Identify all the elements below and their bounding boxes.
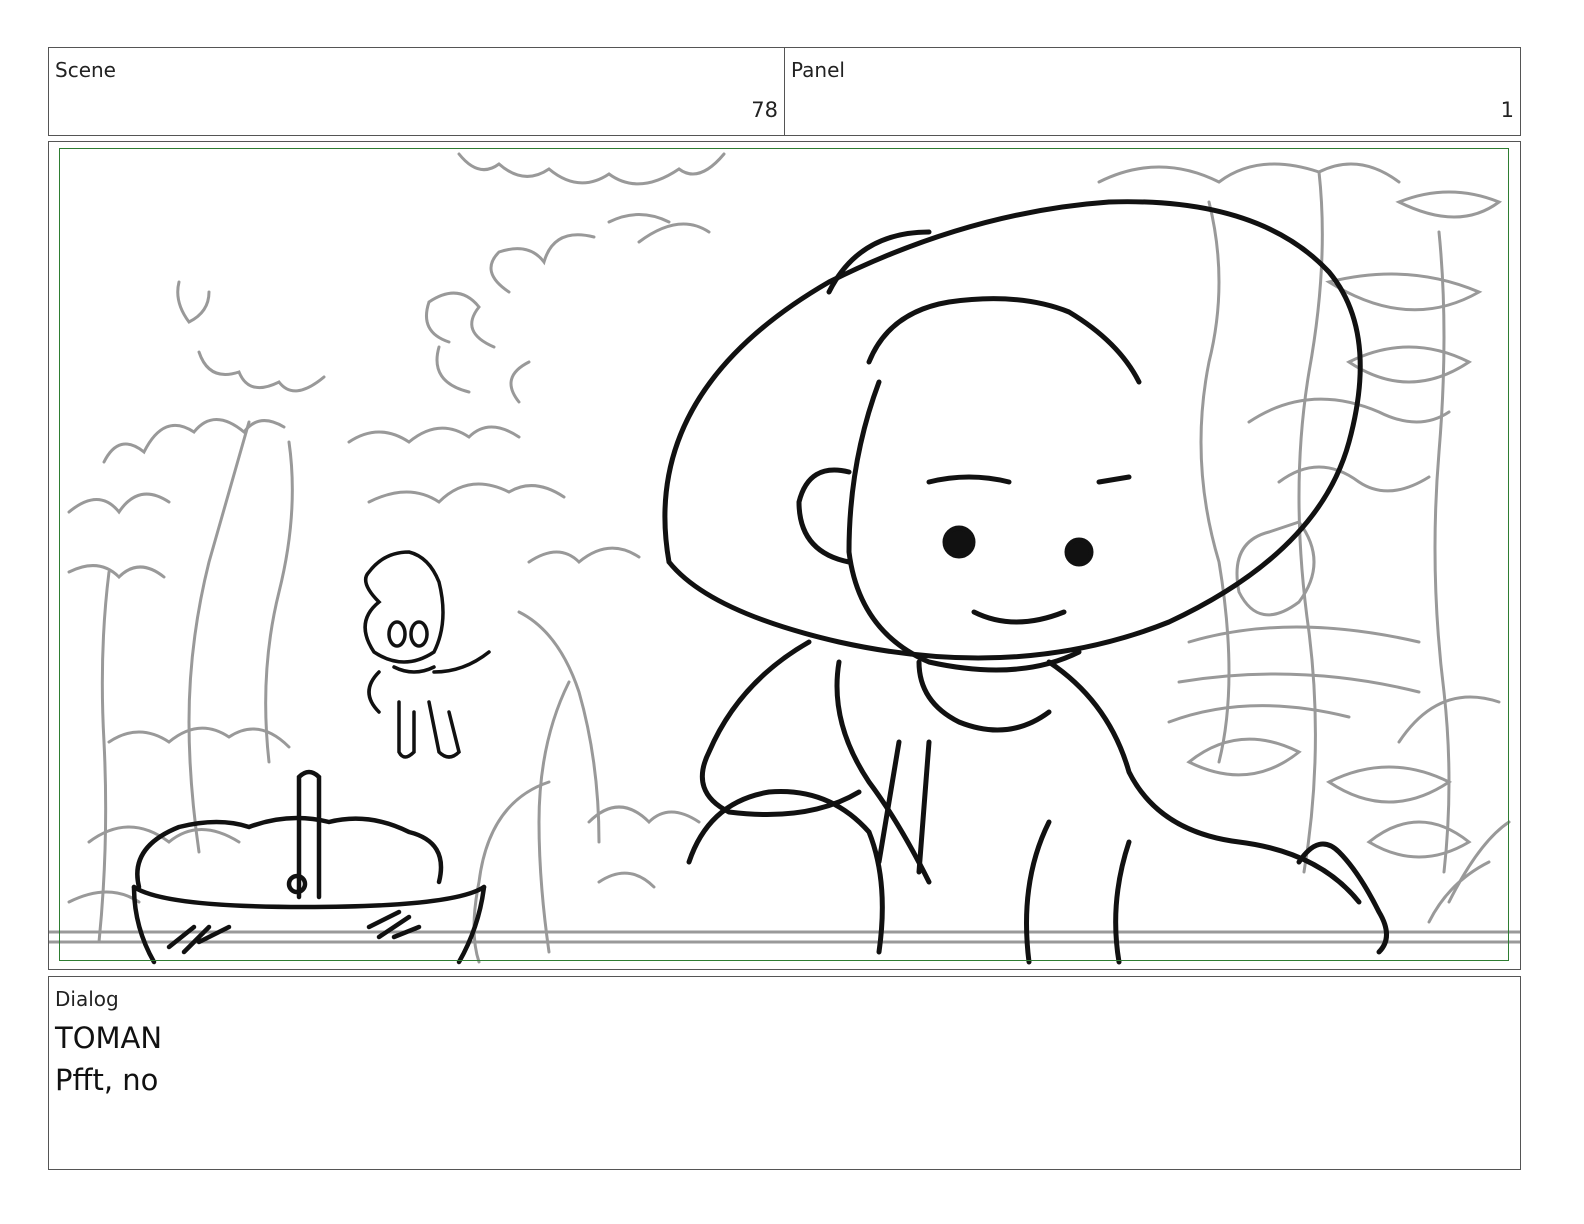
- panel-number: 1: [1500, 98, 1514, 122]
- dialog-speaker: TOMAN: [55, 1021, 163, 1055]
- dialog-label: Dialog: [55, 987, 119, 1011]
- safe-area-border: [59, 148, 1509, 961]
- scene-label: Scene: [55, 58, 116, 82]
- panel-label: Panel: [791, 58, 845, 82]
- scene-number: 78: [751, 98, 778, 122]
- panel-field: Panel 1: [784, 47, 1521, 136]
- scene-field: Scene 78: [48, 47, 785, 136]
- dialog-field: Dialog TOMAN Pfft, no: [48, 976, 1521, 1170]
- dialog-text: Pfft, no: [55, 1063, 159, 1097]
- storyboard-frame: [48, 141, 1521, 970]
